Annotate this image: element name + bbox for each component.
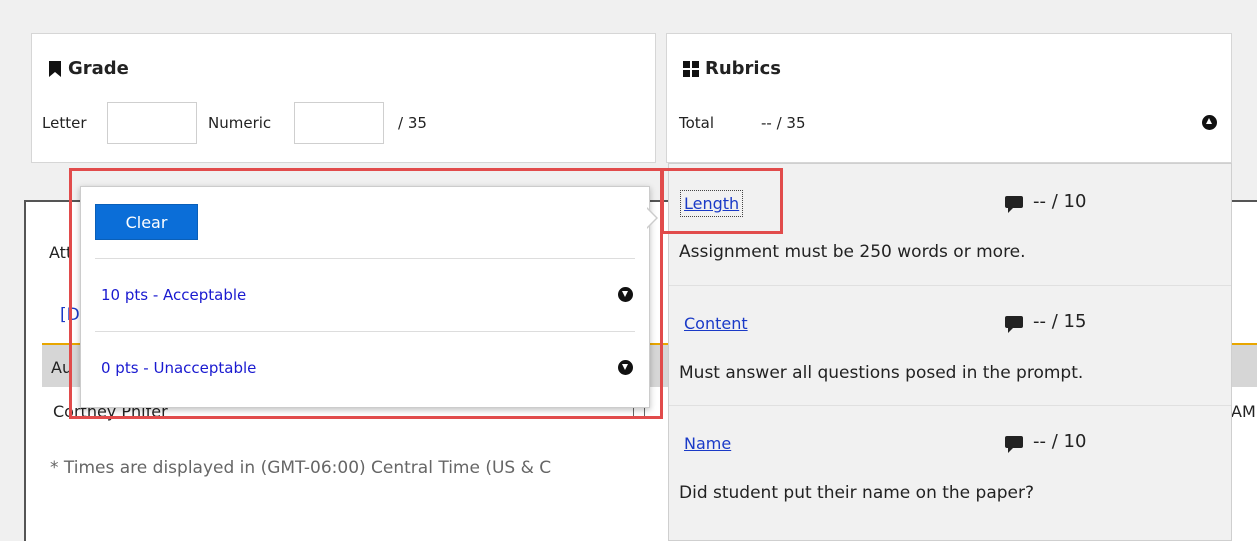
level-popover: Clear 10 pts - Acceptable 0 pts - Unacce… [80,186,650,408]
rubrics-title: Rubrics [683,58,781,79]
letter-input[interactable] [107,102,197,144]
letter-label: Letter [42,114,87,132]
separator [95,331,635,332]
numeric-input[interactable] [294,102,384,144]
separator [669,405,1231,406]
timezone-note: * Times are displayed in (GMT-06:00) Cen… [50,458,552,478]
criterion-description: Did student put their name on the paper? [679,483,1035,503]
collapse-toggle-icon[interactable] [1202,115,1217,130]
numeric-label: Numeric [208,114,272,132]
grade-title-text: Grade [68,58,129,79]
expand-icon[interactable] [618,360,633,375]
criterion-link-name[interactable]: Name [684,434,731,453]
criterion-link-length[interactable]: Length [679,190,744,217]
bookmark-icon [49,60,61,77]
att-text-fragment: Att [49,243,73,262]
am-text-fragment: AM [1231,402,1256,421]
rubrics-panel: Rubrics Total -- / 35 [666,33,1232,163]
level-label: 0 pts - Unacceptable [101,359,257,377]
criterion-description: Assignment must be 250 words or more. [679,242,1026,262]
clear-button[interactable]: Clear [95,204,198,240]
separator [95,258,635,259]
separator [669,285,1231,286]
comment-icon[interactable] [1005,315,1023,333]
grade-title: Grade [48,58,129,79]
criterion-score-name: -- / 10 [1005,431,1087,453]
level-option-acceptable[interactable]: 10 pts - Acceptable [101,286,637,304]
criterion-score-length: -- / 10 [1005,191,1087,213]
d-text-fragment: [D [60,305,80,325]
grid-icon [683,60,699,77]
score-value: -- / 10 [1033,431,1087,452]
score-value: -- / 10 [1033,191,1087,212]
criterion-score-content: -- / 15 [1005,311,1087,333]
expand-icon[interactable] [618,287,633,302]
score-value: -- / 15 [1033,311,1087,332]
rubrics-title-text: Rubrics [705,58,781,79]
grade-out-of: / 35 [398,114,427,132]
criterion-link-content[interactable]: Content [684,314,748,333]
comment-icon[interactable] [1005,195,1023,213]
total-value: -- / 35 [761,114,806,132]
au-text-fragment: Au [51,358,73,377]
criterion-description: Must answer all questions posed in the p… [679,363,1084,383]
level-label: 10 pts - Acceptable [101,286,247,304]
level-option-unacceptable[interactable]: 0 pts - Unacceptable [101,359,637,377]
popover-arrow [646,207,658,229]
comment-icon[interactable] [1005,435,1023,453]
criteria-panel: Length -- / 10 Assignment must be 250 wo… [668,163,1232,541]
grade-panel: Grade Letter Numeric / 35 [31,33,656,163]
total-label: Total [679,114,715,132]
